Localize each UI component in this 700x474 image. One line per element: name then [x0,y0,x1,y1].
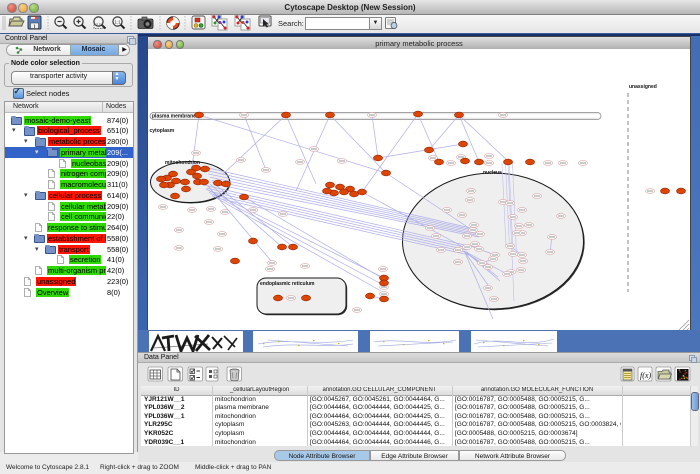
svg-text:1:1: 1:1 [114,19,121,24]
svg-text:endoplasmic reticulum: endoplasmic reticulum [260,281,315,287]
svg-text:Search:: Search: [278,19,304,28]
svg-text:plasma membrane: plasma membrane [152,113,196,119]
svg-text:unassigned: unassigned [629,84,657,90]
svg-text:nucleus: nucleus [483,170,502,176]
svg-text:f(x): f(x) [640,371,651,380]
svg-text:cytoplasm: cytoplasm [150,128,175,134]
